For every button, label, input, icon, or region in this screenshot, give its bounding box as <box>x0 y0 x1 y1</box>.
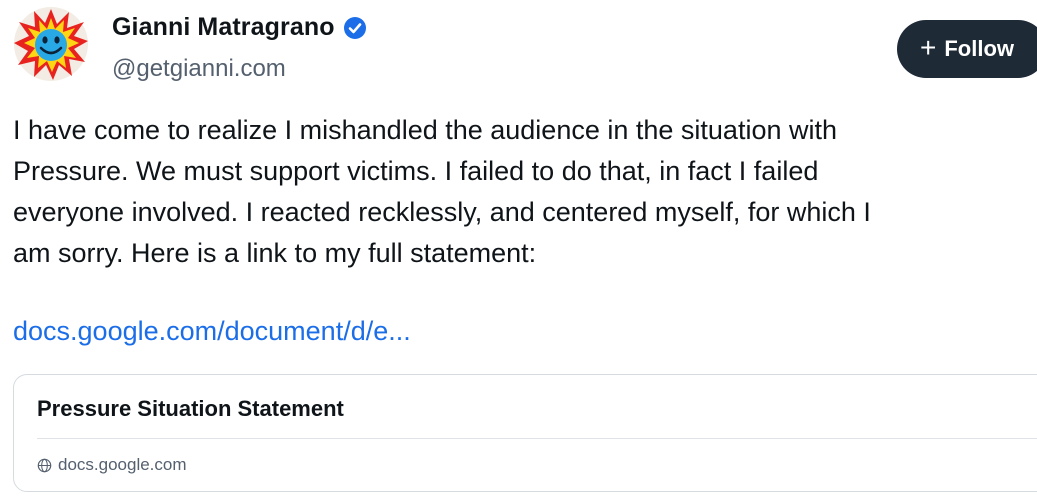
link-card-domain-text: docs.google.com <box>58 455 187 474</box>
author-handle[interactable]: @getgianni.com <box>112 55 286 83</box>
globe-icon <box>37 458 52 473</box>
link-card-domain: docs.google.com <box>37 455 187 475</box>
link-preview-card[interactable]: Pressure Situation Statement docs.google… <box>13 374 1037 492</box>
author-name-row: Gianni Matragrano <box>112 13 367 42</box>
link-card-title: Pressure Situation Statement <box>37 396 344 421</box>
post-link[interactable]: docs.google.com/document/d/e... <box>13 311 411 352</box>
post-text-line: am sorry. Here is a link to my full stat… <box>13 238 537 268</box>
post-text-line: Pressure. We must support victims. I fai… <box>13 156 819 186</box>
follow-button-label: Follow <box>944 36 1015 61</box>
smiley-burst-avatar-icon <box>14 7 88 81</box>
follow-button[interactable]: + Follow <box>897 20 1037 78</box>
avatar[interactable] <box>13 6 89 82</box>
link-card-divider <box>37 438 1037 439</box>
post-text-line: everyone involved. I reacted recklessly,… <box>13 197 871 227</box>
verified-badge-icon <box>343 16 367 40</box>
post: Gianni Matragrano @getgianni.com + Follo… <box>0 0 1037 499</box>
post-text-line: I have come to realize I mishandled the … <box>13 115 837 145</box>
plus-icon: + <box>920 32 937 63</box>
author-display-name[interactable]: Gianni Matragrano <box>112 13 335 42</box>
post-text: I have come to realize I mishandled the … <box>13 110 1037 274</box>
